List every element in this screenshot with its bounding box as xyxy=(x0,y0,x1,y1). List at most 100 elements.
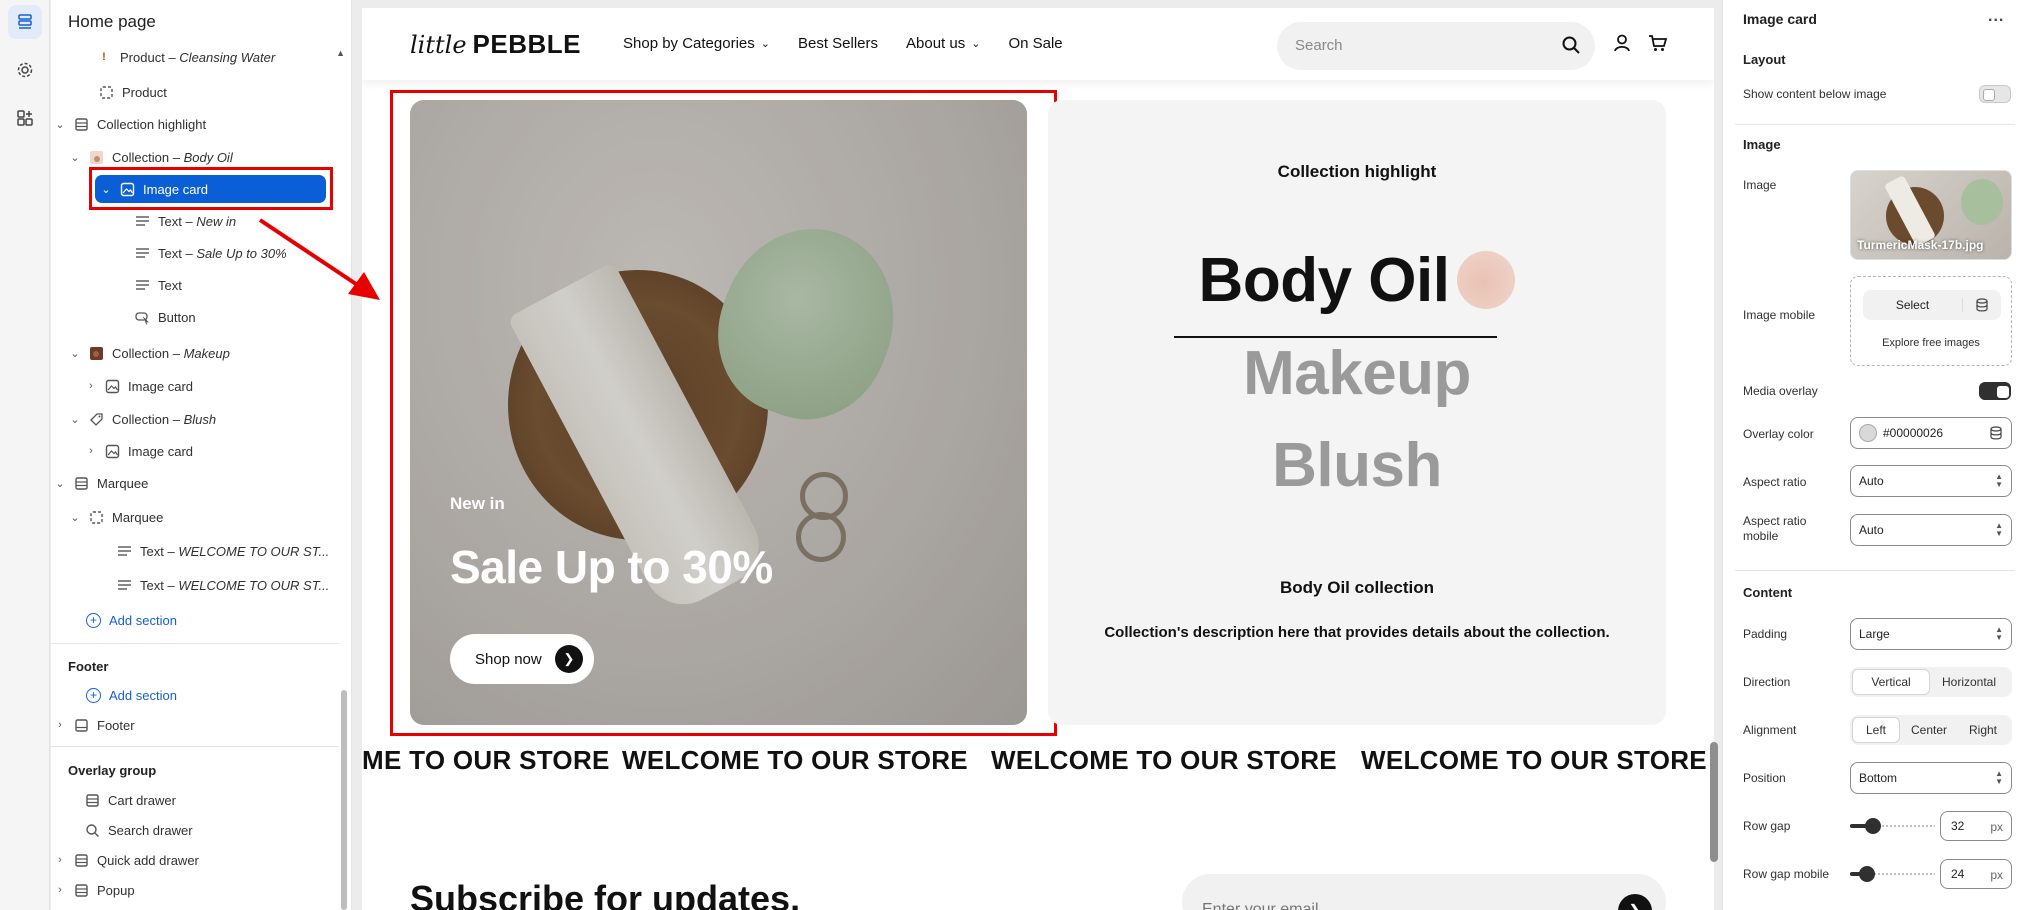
marquee-text: WELCOME TO OUR STORE xyxy=(1361,745,1707,775)
tree-item-search-drawer[interactable]: Search drawer xyxy=(84,816,193,844)
aspect-ratio-mobile-select[interactable]: Auto ▲ ▼ xyxy=(1850,514,2012,546)
image-label: Image xyxy=(1743,178,1777,192)
unit-label: px xyxy=(1990,820,2003,834)
add-section-link[interactable]: + Add section xyxy=(86,606,177,634)
tree-item-collection-highlight[interactable]: ⌄ Collection highlight xyxy=(53,110,206,138)
sections-icon[interactable] xyxy=(8,5,42,39)
show-content-below-toggle[interactable] xyxy=(1979,85,2011,103)
tree-item-popup[interactable]: › Popup xyxy=(53,876,135,904)
aspect-ratio-select[interactable]: Auto ▲ ▼ xyxy=(1850,465,2012,497)
tree-item-marquee-block[interactable]: ⌄ Marquee xyxy=(68,503,163,531)
tree-item-cart-drawer[interactable]: Cart drawer xyxy=(84,786,176,814)
row-gap-mobile-input[interactable]: 24 px xyxy=(1940,859,2012,889)
account-icon[interactable] xyxy=(1612,33,1632,53)
collection-link-makeup[interactable]: Makeup xyxy=(1048,338,1666,409)
store-search-input[interactable]: Search xyxy=(1277,22,1595,70)
submit-arrow-icon[interactable]: ❯ xyxy=(1618,894,1652,910)
chevron-down-icon[interactable]: ⌄ xyxy=(53,118,67,131)
gear-icon[interactable] xyxy=(8,53,42,87)
chevron-down-icon[interactable]: ⌄ xyxy=(68,347,82,360)
dash: – xyxy=(172,345,180,361)
collection-thumb-icon xyxy=(88,149,104,165)
direction-vertical-option[interactable]: Vertical xyxy=(1852,669,1930,695)
tree-item-label: Text xyxy=(158,245,182,261)
media-overlay-toggle[interactable] xyxy=(1979,382,2011,400)
email-input[interactable]: Enter your email ❯ xyxy=(1182,874,1666,910)
tree-item-text-welcome[interactable]: Text – WELCOME TO OUR ST... xyxy=(116,571,329,599)
chevron-down-icon[interactable]: ⌄ xyxy=(68,413,82,426)
tree-item-text-welcome[interactable]: Text – WELCOME TO OUR ST... xyxy=(116,537,329,565)
tree-item-text[interactable]: Text xyxy=(134,271,182,299)
tree-item-collection-blush[interactable]: ⌄ Collection – Blush xyxy=(68,405,216,433)
chevron-down-icon[interactable]: ⌄ xyxy=(53,477,67,490)
tree-item-label: Marquee xyxy=(97,475,149,491)
search-icon[interactable] xyxy=(1561,35,1581,55)
tree-item-footer[interactable]: › Footer xyxy=(53,711,134,739)
chevron-down-icon[interactable]: ⌄ xyxy=(68,151,82,164)
nav-best-sellers[interactable]: Best Sellers xyxy=(798,35,878,52)
tree-item-button[interactable]: Button xyxy=(134,303,196,331)
footer-add-section-link[interactable]: + Add section xyxy=(86,681,177,709)
tree-item-label: Popup xyxy=(97,882,135,898)
chevron-right-icon[interactable]: › xyxy=(84,380,98,392)
tree-item-sublabel: Blush xyxy=(183,411,217,427)
row-gap-slider[interactable] xyxy=(1850,818,1935,834)
collection-link-body-oil[interactable]: Body Oil xyxy=(1048,245,1666,316)
tree-item-marquee-section[interactable]: ⌄ Marquee xyxy=(53,469,148,497)
position-select[interactable]: Bottom ▲ ▼ xyxy=(1850,762,2012,794)
tree-item-collection-makeup[interactable]: ⌄ Collection – Makeup xyxy=(68,339,229,367)
marquee-text: WELCOME TO OUR STORE xyxy=(991,745,1337,775)
overlay-color-field[interactable]: #00000026 xyxy=(1850,417,2012,449)
cart-icon[interactable] xyxy=(1648,33,1668,53)
footer-group-label: Footer xyxy=(68,659,109,674)
color-swatch[interactable] xyxy=(1859,424,1877,442)
padding-select[interactable]: Large ▲ ▼ xyxy=(1850,618,2012,650)
explore-free-images-link[interactable]: Explore free images xyxy=(1851,337,2011,349)
row-gap-mobile-slider[interactable] xyxy=(1850,866,1935,882)
database-icon[interactable] xyxy=(1989,426,2003,440)
direction-horizontal-option[interactable]: Horizontal xyxy=(1930,669,2008,695)
slider-knob[interactable] xyxy=(1859,866,1875,882)
tree-scrollbar[interactable] xyxy=(341,690,347,910)
row-gap-input[interactable]: 32 px xyxy=(1940,811,2012,841)
section-icon xyxy=(73,116,89,132)
chevron-right-icon[interactable]: › xyxy=(53,719,67,731)
nav-about-us[interactable]: About us ⌄ xyxy=(906,35,980,52)
chevron-right-icon[interactable]: › xyxy=(53,884,67,896)
nav-on-sale[interactable]: On Sale xyxy=(1008,35,1062,52)
alignment-right-option[interactable]: Right xyxy=(1958,717,2008,743)
alignment-left-option[interactable]: Left xyxy=(1852,717,1900,743)
unit-label: px xyxy=(1990,868,2003,882)
dash: – xyxy=(185,213,193,229)
direction-label: Direction xyxy=(1743,675,1791,689)
tree-item-product-cleansing-water[interactable]: ! Product – Cleansing Water xyxy=(96,43,275,71)
database-icon[interactable] xyxy=(1963,298,2001,312)
store-logo[interactable]: little PEBBLE xyxy=(410,29,581,60)
apps-icon[interactable] xyxy=(8,101,42,135)
settings-title: Image card xyxy=(1743,11,1817,27)
tree-item-image-card[interactable]: › Image card xyxy=(84,372,193,400)
divider xyxy=(1735,124,2015,125)
chevron-down-icon[interactable]: ⌄ xyxy=(68,511,82,524)
alignment-center-option[interactable]: Center xyxy=(1900,717,1958,743)
add-section-label: Add section xyxy=(109,612,177,628)
text-lines-icon xyxy=(134,277,150,293)
select-image-button[interactable]: Select xyxy=(1863,290,2001,320)
search-icon xyxy=(84,822,100,838)
scroll-up-icon[interactable]: ▲ xyxy=(336,48,345,58)
content-section-label: Content xyxy=(1743,585,1793,600)
tree-item-text-new-in[interactable]: Text – New in xyxy=(134,207,236,235)
canvas-scrollbar[interactable] xyxy=(1710,742,1718,862)
chevron-right-icon[interactable]: › xyxy=(53,854,67,866)
tree-item-image-card[interactable]: › Image card xyxy=(84,437,193,465)
padding-label: Padding xyxy=(1743,627,1788,641)
more-options-icon[interactable]: ... xyxy=(1988,8,2004,26)
nav-shop-by-categories[interactable]: Shop by Categories ⌄ xyxy=(623,35,770,52)
slider-knob[interactable] xyxy=(1865,818,1881,834)
dash: – xyxy=(185,245,193,261)
tree-item-quick-add-drawer[interactable]: › Quick add drawer xyxy=(53,846,199,874)
image-picker-thumbnail[interactable]: TurmericMask-17b.jpg xyxy=(1850,170,2012,260)
chevron-right-icon[interactable]: › xyxy=(84,445,98,457)
tree-item-product[interactable]: Product xyxy=(98,78,167,106)
collection-link-blush[interactable]: Blush xyxy=(1048,430,1666,501)
